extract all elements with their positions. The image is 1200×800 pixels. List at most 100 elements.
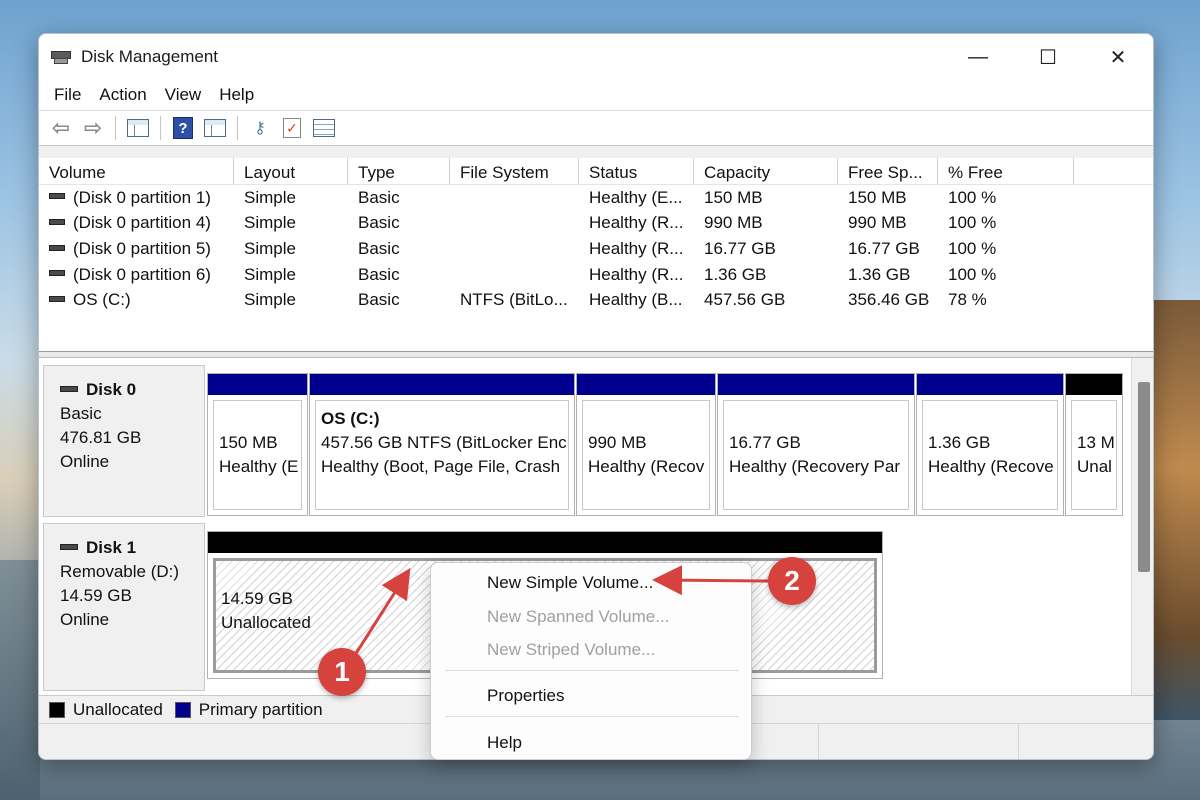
disk-0-partition-os[interactable]: OS (C:) 457.56 GB NTFS (BitLocker Enc He… bbox=[309, 373, 575, 516]
cell-layout: Simple bbox=[244, 264, 296, 284]
column-header-free-space[interactable]: Free Sp... bbox=[838, 158, 938, 184]
volume-list-header: Volume Layout Type File System Status Ca… bbox=[39, 158, 1153, 185]
cell-volume: (Disk 0 partition 1) bbox=[39, 188, 234, 208]
volume-list: Volume Layout Type File System Status Ca… bbox=[39, 158, 1153, 352]
primary-partition-bar bbox=[718, 374, 914, 395]
partition-status: Healthy (Recove bbox=[928, 457, 1054, 476]
partition-status: Unal bbox=[1077, 457, 1112, 476]
menu-item-properties[interactable]: Properties bbox=[487, 686, 564, 706]
cell-file-system: NTFS (BitLo... bbox=[460, 290, 568, 310]
table-row[interactable]: (Disk 0 partition 6) Simple Basic Healthy (… bbox=[39, 262, 1153, 288]
cell-capacity: 16.77 GB bbox=[704, 238, 776, 258]
table-row[interactable]: (Disk 0 partition 5) Simple Basic Healthy (… bbox=[39, 236, 1153, 262]
disk-management-app-icon bbox=[51, 48, 73, 66]
volume-icon bbox=[49, 193, 65, 200]
disk-0-partition-4[interactable]: 990 MB Healthy (Recov bbox=[576, 373, 716, 516]
graphical-view-scrollbar[interactable] bbox=[1131, 358, 1153, 695]
partition-details: 150 MB Healthy (E bbox=[213, 400, 302, 510]
menu-file[interactable]: File bbox=[45, 85, 90, 105]
legend-unallocated-label: Unallocated bbox=[73, 699, 163, 719]
cell-status: Healthy (R... bbox=[589, 238, 684, 258]
disk-1-status: Online bbox=[60, 610, 110, 629]
menu-action[interactable]: Action bbox=[90, 85, 155, 105]
column-header-volume[interactable]: Volume bbox=[39, 158, 234, 184]
volume-icon bbox=[49, 295, 65, 302]
connect-button[interactable]: ⚷ bbox=[244, 114, 276, 142]
cell-status: Healthy (R... bbox=[589, 264, 684, 284]
disk-0-partition-5[interactable]: 16.77 GB Healthy (Recovery Par bbox=[717, 373, 915, 516]
column-header-capacity[interactable]: Capacity bbox=[694, 158, 838, 184]
disk-icon bbox=[60, 544, 78, 550]
volume-icon bbox=[49, 218, 65, 225]
cell-type: Basic bbox=[358, 290, 400, 310]
menu-view[interactable]: View bbox=[156, 85, 211, 105]
show-hide-console-tree-button[interactable] bbox=[122, 114, 154, 142]
volume-icon bbox=[49, 270, 65, 277]
partition-size: 16.77 GB bbox=[729, 433, 801, 452]
cell-percent-free: 100 % bbox=[948, 187, 997, 207]
disk-0-unallocated[interactable]: 13 M Unal bbox=[1065, 373, 1123, 516]
partition-status: Healthy (Recovery Par bbox=[729, 457, 901, 476]
toolbar-separator bbox=[115, 116, 116, 140]
disk-1-label[interactable]: Disk 1 Removable (D:) 14.59 GB Online bbox=[43, 523, 205, 691]
column-header-file-system[interactable]: File System bbox=[450, 158, 579, 184]
cell-percent-free: 100 % bbox=[948, 238, 997, 258]
column-header-layout[interactable]: Layout bbox=[234, 158, 348, 184]
cell-percent-free: 100 % bbox=[948, 264, 997, 284]
table-row[interactable]: OS (C:) Simple Basic NTFS (BitLo... Healthy … bbox=[39, 287, 1153, 313]
menu-bar: File Action View Help bbox=[39, 80, 1153, 110]
help-button[interactable]: ? bbox=[167, 114, 199, 142]
disk-0-status: Online bbox=[60, 452, 110, 471]
back-button[interactable]: ⇦ bbox=[45, 114, 77, 142]
disk-0-partition-1[interactable]: 150 MB Healthy (E bbox=[207, 373, 308, 516]
table-row[interactable]: (Disk 0 partition 1) Simple Basic Healthy (… bbox=[39, 185, 1153, 211]
column-header-percent-free[interactable]: % Free bbox=[938, 158, 1074, 184]
context-menu: New Simple Volume... New Spanned Volume.… bbox=[430, 562, 752, 760]
cell-capacity: 150 MB bbox=[704, 187, 763, 207]
menu-item-new-striped-volume[interactable]: New Striped Volume... bbox=[487, 640, 655, 660]
disk-0-partition-6[interactable]: 1.36 GB Healthy (Recove bbox=[916, 373, 1064, 516]
check-button[interactable]: ✓ bbox=[276, 114, 308, 142]
toolbar-separator bbox=[237, 116, 238, 140]
show-hide-console-tree-icon bbox=[127, 119, 149, 137]
partition-size: 13 M bbox=[1077, 433, 1115, 452]
cell-layout: Simple bbox=[244, 213, 296, 233]
volume-name: (Disk 0 partition 5) bbox=[73, 238, 211, 258]
forward-button[interactable]: ⇨ bbox=[77, 114, 109, 142]
volume-rows: (Disk 0 partition 1) Simple Basic Healthy (… bbox=[39, 185, 1153, 313]
cell-type: Basic bbox=[358, 238, 400, 258]
check-icon: ✓ bbox=[283, 118, 301, 138]
menu-item-new-simple-volume[interactable]: New Simple Volume... bbox=[487, 573, 653, 593]
volume-name: (Disk 0 partition 1) bbox=[73, 187, 211, 207]
cell-volume: (Disk 0 partition 4) bbox=[39, 213, 234, 233]
toolbar-separator bbox=[160, 116, 161, 140]
menu-help[interactable]: Help bbox=[210, 85, 263, 105]
cell-capacity: 457.56 GB bbox=[704, 290, 786, 310]
cell-type: Basic bbox=[358, 187, 400, 207]
close-button[interactable]: ✕ bbox=[1083, 34, 1153, 80]
partition-details: 13 M Unal bbox=[1071, 400, 1117, 510]
partition-title: OS (C:) bbox=[321, 409, 380, 428]
cell-type: Basic bbox=[358, 264, 400, 284]
cell-volume: (Disk 0 partition 6) bbox=[39, 265, 234, 285]
list-view-button[interactable] bbox=[308, 114, 340, 142]
menu-item-help[interactable]: Help bbox=[487, 733, 522, 753]
disk-0-label[interactable]: Disk 0 Basic 476.81 GB Online bbox=[43, 365, 205, 517]
scrollbar-thumb[interactable] bbox=[1138, 382, 1150, 572]
disk-0-type: Basic bbox=[60, 404, 102, 423]
maximize-button[interactable]: ☐ bbox=[1013, 34, 1083, 80]
primary-partition-swatch bbox=[174, 701, 191, 718]
unallocated-swatch bbox=[49, 701, 65, 718]
help-icon: ? bbox=[173, 117, 193, 139]
column-header-type[interactable]: Type bbox=[348, 158, 450, 184]
minimize-button[interactable]: — bbox=[943, 34, 1013, 80]
table-row[interactable]: (Disk 0 partition 4) Simple Basic Healthy (… bbox=[39, 211, 1153, 237]
properties-pane-button[interactable] bbox=[199, 114, 231, 142]
menu-item-new-spanned-volume[interactable]: New Spanned Volume... bbox=[487, 607, 669, 627]
wallpaper-sea bbox=[0, 560, 40, 800]
column-header-status[interactable]: Status bbox=[579, 158, 694, 184]
disk-0-size: 476.81 GB bbox=[60, 428, 142, 447]
cell-volume: (Disk 0 partition 5) bbox=[39, 239, 234, 259]
primary-partition-bar bbox=[917, 374, 1063, 395]
volume-icon bbox=[49, 244, 65, 251]
